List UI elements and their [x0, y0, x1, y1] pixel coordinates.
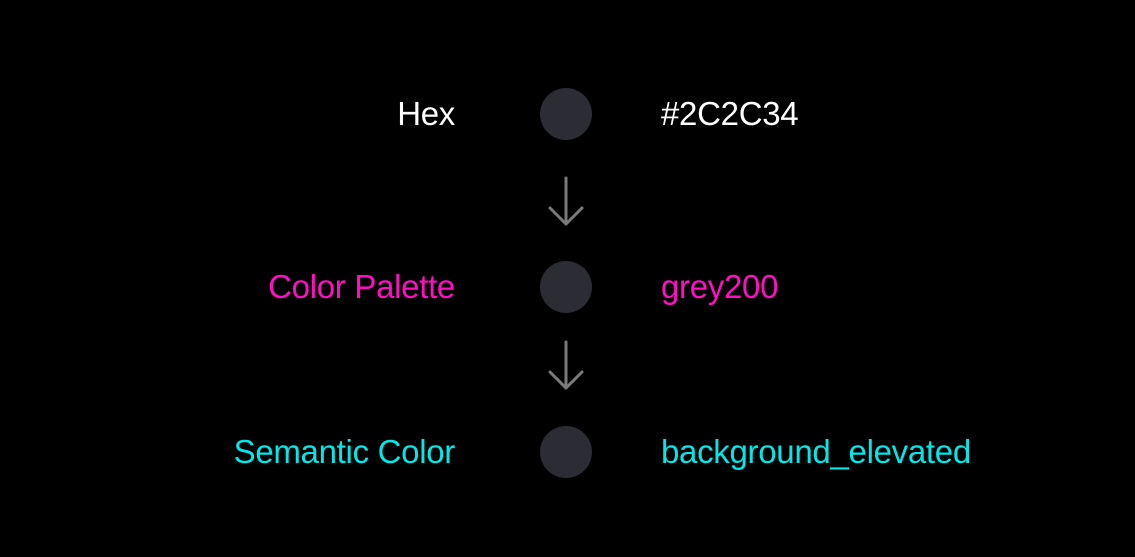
- semantic-color-value: background_elevated: [661, 433, 971, 470]
- color-palette-value: grey200: [661, 268, 779, 305]
- color-palette-row: Color Palette grey200: [0, 259, 1135, 315]
- hex-value: #2C2C34: [661, 95, 799, 132]
- semantic-color-label: Semantic Color: [233, 433, 456, 470]
- color-palette-label: Color Palette: [268, 268, 455, 305]
- hex-row: Hex #2C2C34: [0, 86, 1135, 142]
- arrow-down-icon: [548, 340, 584, 390]
- color-palette-swatch: [540, 261, 592, 313]
- semantic-color-row: Semantic Color background_elevated: [0, 424, 1135, 480]
- arrow-down-icon: [548, 176, 584, 226]
- semantic-color-swatch: [540, 426, 592, 478]
- hex-swatch: [540, 88, 592, 140]
- hex-label: Hex: [397, 95, 455, 132]
